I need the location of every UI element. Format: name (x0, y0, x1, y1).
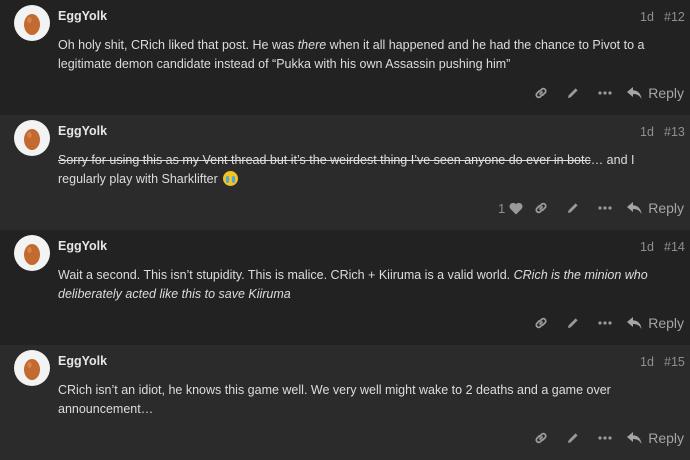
pencil-icon (568, 203, 578, 213)
edit-button[interactable] (557, 198, 589, 218)
link-button[interactable] (525, 198, 557, 218)
edit-button[interactable] (557, 428, 589, 448)
more-button[interactable] (589, 428, 621, 448)
edit-button[interactable] (557, 83, 589, 103)
link-icon (535, 202, 547, 214)
post-number: #15 (664, 355, 685, 369)
ellipsis-icon (598, 321, 612, 325)
egg-avatar-icon[interactable] (14, 235, 50, 271)
post-actions: Reply (525, 428, 684, 448)
more-button[interactable] (589, 83, 621, 103)
reply-button[interactable]: Reply (627, 428, 684, 448)
egg-avatar-icon[interactable] (14, 120, 50, 156)
link-button[interactable] (525, 428, 557, 448)
post-13: EggYolk 1d #13 Sorry for using this as m… (0, 115, 690, 230)
post-content: Wait a second. This isn’t stupidity. Thi… (58, 266, 684, 304)
ellipsis-icon (598, 206, 612, 210)
post-date[interactable]: 1d (640, 355, 654, 369)
post-number: #13 (664, 125, 685, 139)
edit-button[interactable] (557, 313, 589, 333)
link-button[interactable] (525, 83, 557, 103)
reply-label: Reply (648, 315, 684, 331)
reply-arrow-icon (627, 432, 642, 444)
post-stream: EggYolk 1d #12 Oh holy shit, CRich liked… (0, 0, 690, 460)
pencil-icon (568, 88, 578, 98)
username[interactable]: EggYolk (58, 239, 107, 253)
post-number: #14 (664, 240, 685, 254)
username[interactable]: EggYolk (58, 9, 107, 23)
post-text: Sorry for using this as my Vent thread b… (58, 153, 635, 186)
post-actions: Reply (525, 83, 684, 103)
post-content: CRich isn’t an idiot, he knows this game… (58, 381, 684, 419)
reply-button[interactable]: Reply (627, 313, 684, 333)
username[interactable]: EggYolk (58, 354, 107, 368)
link-icon (535, 432, 547, 444)
post-15: EggYolk 1d #15 CRich isn’t an idiot, he … (0, 345, 690, 460)
link-button[interactable] (525, 313, 557, 333)
post-14: EggYolk 1d #14 Wait a second. This isn’t… (0, 230, 690, 345)
post-text: Oh holy shit, CRich liked that post. He … (58, 38, 645, 71)
post-text: Wait a second. This isn’t stupidity. Thi… (58, 268, 648, 301)
ellipsis-icon (598, 91, 612, 95)
pencil-icon (568, 433, 578, 443)
egg-avatar-icon[interactable] (14, 350, 50, 386)
reply-label: Reply (648, 85, 684, 101)
post-date[interactable]: 1d (640, 240, 654, 254)
post-text: CRich isn’t an idiot, he knows this game… (58, 383, 611, 416)
like-button[interactable] (507, 198, 525, 218)
reply-arrow-icon (627, 87, 642, 99)
reply-arrow-icon (627, 317, 642, 329)
ellipsis-icon (598, 436, 612, 440)
post-date[interactable]: 1d (640, 10, 654, 24)
post-12: EggYolk 1d #12 Oh holy shit, CRich liked… (0, 0, 690, 115)
link-icon (535, 317, 547, 329)
post-number: #12 (664, 10, 685, 24)
more-button[interactable] (589, 198, 621, 218)
reply-button[interactable]: Reply (627, 83, 684, 103)
reply-label: Reply (648, 200, 684, 216)
heart-icon (509, 202, 523, 214)
more-button[interactable] (589, 313, 621, 333)
post-content: Sorry for using this as my Vent thread b… (58, 151, 684, 189)
reply-button[interactable]: Reply (627, 198, 684, 218)
link-icon (535, 87, 547, 99)
pencil-icon (568, 318, 578, 328)
crying-emoji-icon (223, 171, 239, 186)
egg-avatar-icon[interactable] (14, 5, 50, 41)
post-date[interactable]: 1d (640, 125, 654, 139)
post-content: Oh holy shit, CRich liked that post. He … (58, 36, 684, 74)
post-actions: 1 Reply (498, 198, 684, 218)
post-actions: Reply (525, 313, 684, 333)
like-count[interactable]: 1 (498, 201, 505, 216)
reply-arrow-icon (627, 202, 642, 214)
username[interactable]: EggYolk (58, 124, 107, 138)
